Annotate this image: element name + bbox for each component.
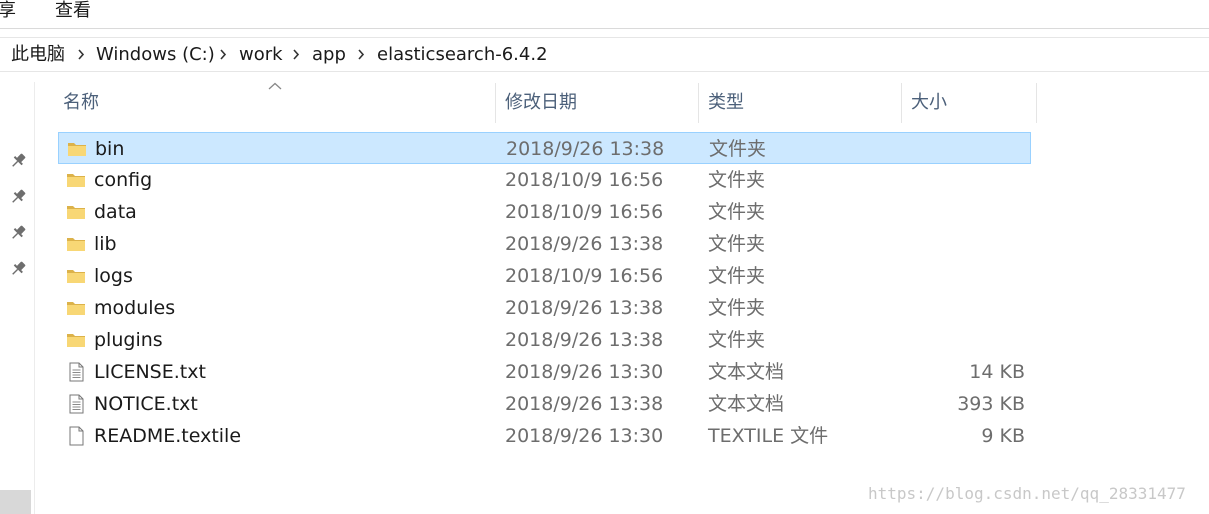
- file-modified: 2018/10/9 16:56: [505, 265, 664, 287]
- table-row[interactable]: data 2018/10/9 16:56 文件夹: [58, 196, 1031, 228]
- file-modified: 2018/9/26 13:38: [506, 138, 665, 160]
- table-row[interactable]: NOTICE.txt 2018/9/26 13:38 文本文档 393 KB: [58, 388, 1031, 420]
- table-row[interactable]: README.textile 2018/9/26 13:30 TEXTILE 文…: [58, 420, 1031, 452]
- file-type: 文件夹: [709, 138, 767, 160]
- table-row[interactable]: plugins 2018/9/26 13:38 文件夹: [58, 324, 1031, 356]
- column-divider[interactable]: [901, 83, 902, 123]
- file-size: [905, 196, 1025, 228]
- text-document-icon: [66, 394, 86, 414]
- file-name: logs: [94, 265, 133, 287]
- file-type: 文件夹: [708, 329, 766, 351]
- nav-pane-scrollbar[interactable]: [0, 490, 31, 514]
- file-size: [905, 228, 1025, 260]
- folder-icon: [66, 234, 86, 254]
- file-size: 9 KB: [981, 425, 1025, 447]
- file-name: bin: [95, 138, 125, 160]
- breadcrumb-app[interactable]: app: [312, 38, 346, 71]
- navigation-pane: [0, 82, 35, 514]
- file-name: data: [94, 201, 137, 223]
- file-name: config: [94, 169, 153, 191]
- file-size: [905, 324, 1025, 356]
- chevron-right-icon[interactable]: [291, 38, 301, 71]
- ribbon-tab-share[interactable]: 享: [0, 0, 16, 22]
- file-modified: 2018/10/9 16:56: [505, 169, 664, 191]
- ribbon-tabs: 享 查看: [0, 0, 1209, 29]
- chevron-right-icon[interactable]: [356, 38, 366, 71]
- table-row[interactable]: modules 2018/9/26 13:38 文件夹: [58, 292, 1031, 324]
- folder-icon: [66, 298, 86, 318]
- sort-ascending-icon: [268, 82, 282, 90]
- column-divider[interactable]: [495, 83, 496, 123]
- table-row[interactable]: lib 2018/9/26 13:38 文件夹: [58, 228, 1031, 260]
- column-header-type[interactable]: 类型: [708, 83, 744, 123]
- watermark: https://blog.csdn.net/qq_28331477: [868, 484, 1186, 503]
- table-row[interactable]: config 2018/10/9 16:56 文件夹: [58, 164, 1031, 196]
- folder-icon: [66, 266, 86, 286]
- folder-icon: [66, 202, 86, 222]
- table-row[interactable]: bin 2018/9/26 13:38 文件夹: [58, 132, 1031, 164]
- column-header-name[interactable]: 名称: [63, 83, 99, 123]
- file-size: [906, 133, 1026, 165]
- file-type: 文件夹: [708, 169, 766, 191]
- file-type: 文本文档: [708, 393, 785, 415]
- column-header-modified[interactable]: 修改日期: [505, 83, 577, 123]
- breadcrumb-drive-c[interactable]: Windows (C:): [96, 38, 215, 71]
- table-row[interactable]: LICENSE.txt 2018/9/26 13:30 文本文档 14 KB: [58, 356, 1031, 388]
- file-type: 文本文档: [708, 361, 785, 383]
- file-type: 文件夹: [708, 201, 766, 223]
- file-modified: 2018/10/9 16:56: [505, 201, 664, 223]
- file-type: TEXTILE 文件: [708, 425, 829, 447]
- pin-icon[interactable]: [9, 188, 27, 206]
- file-name: NOTICE.txt: [94, 393, 198, 415]
- file-size: [905, 260, 1025, 292]
- file-modified: 2018/9/26 13:38: [505, 233, 664, 255]
- chevron-right-icon[interactable]: [76, 38, 86, 71]
- file-name: README.textile: [94, 425, 242, 447]
- file-type: 文件夹: [708, 265, 766, 287]
- breadcrumb-current-folder[interactable]: elasticsearch-6.4.2: [377, 38, 548, 71]
- file-type: 文件夹: [708, 297, 766, 319]
- column-divider[interactable]: [698, 83, 699, 123]
- breadcrumb[interactable]: 此电脑 Windows (C:) work app elasticsearch-…: [0, 37, 1209, 72]
- blank-document-icon: [66, 426, 86, 446]
- table-row[interactable]: logs 2018/10/9 16:56 文件夹: [58, 260, 1031, 292]
- file-type: 文件夹: [708, 233, 766, 255]
- file-modified: 2018/9/26 13:38: [505, 297, 664, 319]
- file-name: lib: [94, 233, 117, 255]
- folder-icon: [66, 330, 86, 350]
- file-modified: 2018/9/26 13:38: [505, 393, 664, 415]
- file-name: plugins: [94, 329, 163, 351]
- file-size: 14 KB: [969, 361, 1025, 383]
- breadcrumb-work[interactable]: work: [239, 38, 283, 71]
- pin-icon[interactable]: [9, 152, 27, 170]
- folder-icon: [67, 139, 87, 159]
- column-divider[interactable]: [1036, 83, 1037, 123]
- chevron-right-icon[interactable]: [218, 38, 228, 71]
- file-modified: 2018/9/26 13:30: [505, 361, 664, 383]
- pin-icon[interactable]: [9, 260, 27, 278]
- ribbon-tab-view[interactable]: 查看: [55, 0, 91, 22]
- file-size: [905, 292, 1025, 324]
- file-size: [905, 164, 1025, 196]
- file-modified: 2018/9/26 13:38: [505, 329, 664, 351]
- file-name: LICENSE.txt: [94, 361, 206, 383]
- column-header-size[interactable]: 大小: [911, 83, 947, 123]
- text-document-icon: [66, 362, 86, 382]
- breadcrumb-this-pc[interactable]: 此电脑: [11, 38, 65, 71]
- file-modified: 2018/9/26 13:30: [505, 425, 664, 447]
- file-name: modules: [94, 297, 176, 319]
- pin-icon[interactable]: [9, 224, 27, 242]
- file-size: 393 KB: [957, 393, 1025, 415]
- folder-icon: [66, 170, 86, 190]
